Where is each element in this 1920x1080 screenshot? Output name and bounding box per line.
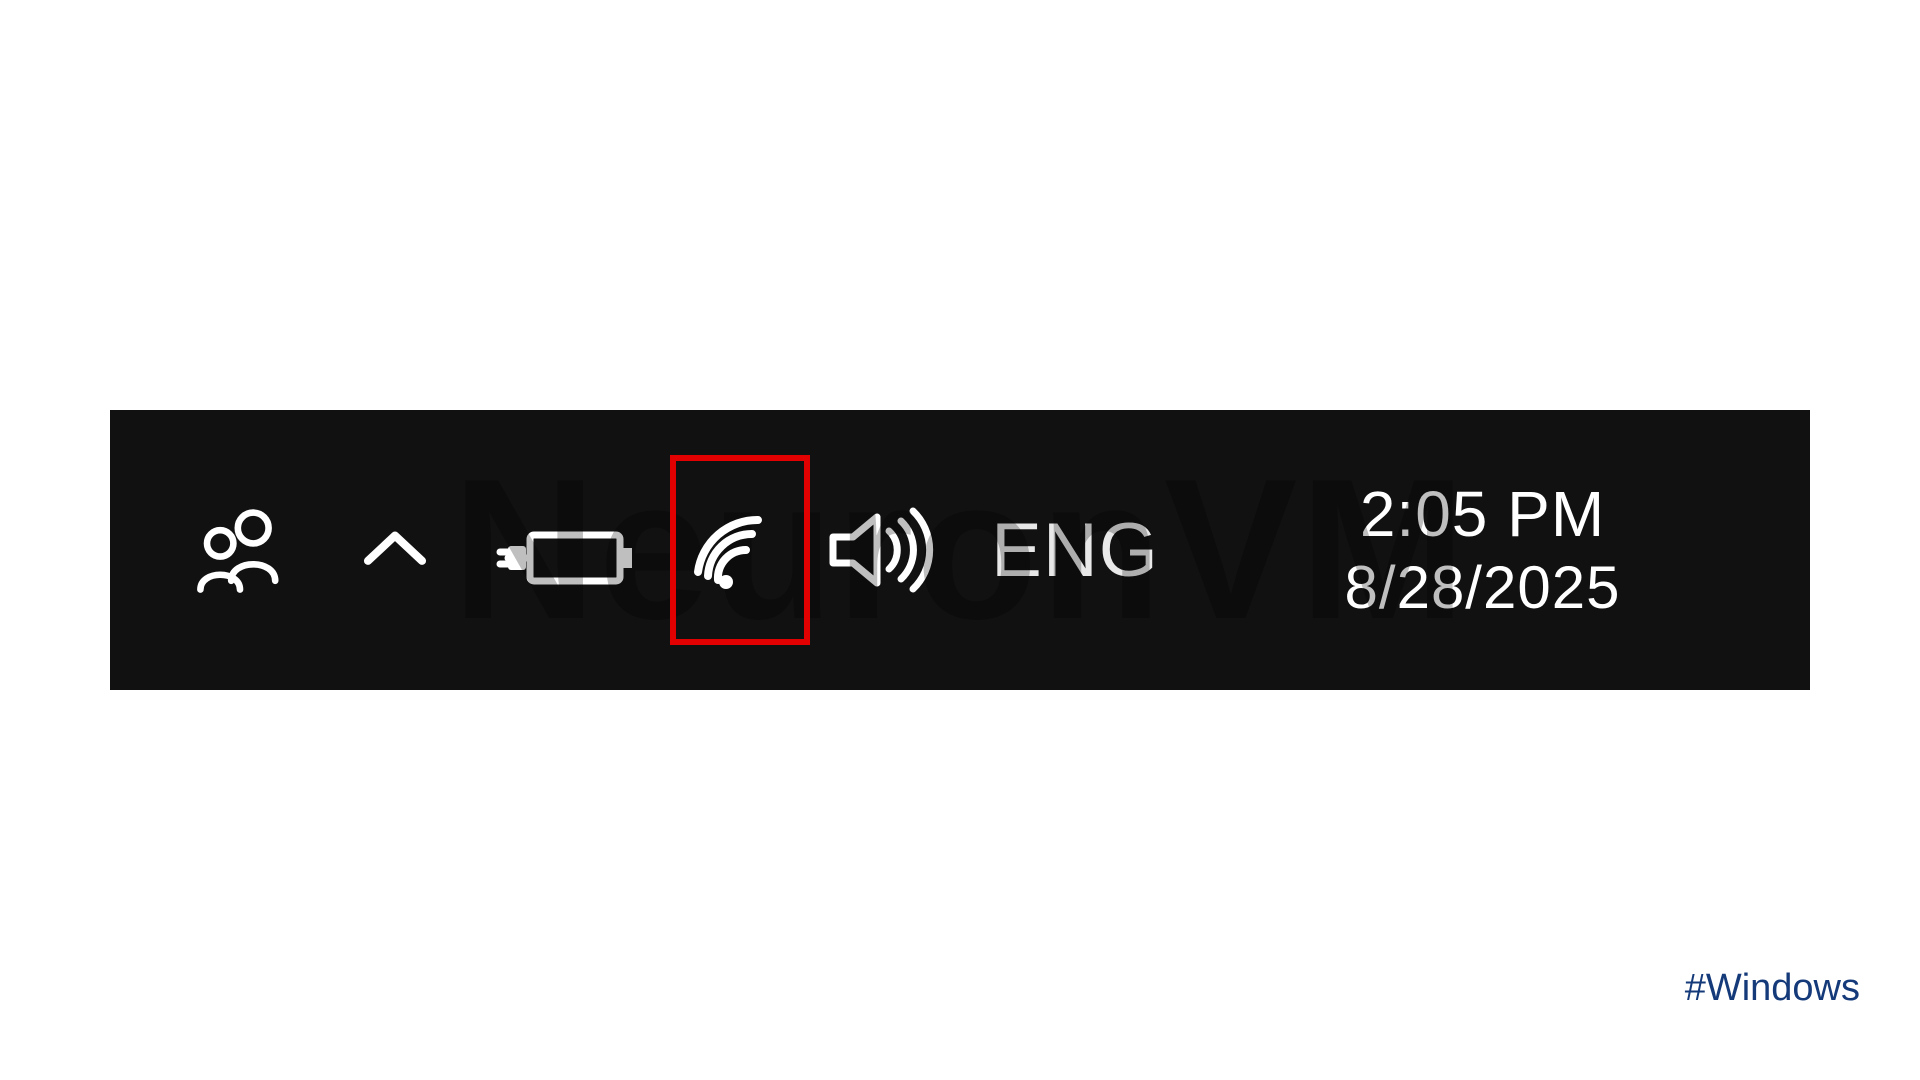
windows-taskbar-systray: NeuronVM — [110, 410, 1810, 690]
input-language-button[interactable]: ENG — [965, 410, 1185, 690]
hashtag-caption: #Windows — [1685, 967, 1860, 1010]
speaker-icon — [815, 495, 945, 605]
wifi-icon — [678, 500, 778, 600]
battery-button[interactable] — [470, 410, 660, 690]
show-hidden-icons-button[interactable] — [320, 410, 470, 690]
network-wifi-button[interactable] — [660, 410, 795, 690]
volume-button[interactable] — [795, 410, 965, 690]
battery-charging-icon — [490, 500, 640, 600]
canvas: NeuronVM — [0, 0, 1920, 1080]
people-icon — [185, 495, 295, 605]
clock-date: 8/28/2025 — [1345, 555, 1621, 621]
clock-button[interactable]: 2:05 PM 8/28/2025 — [1185, 410, 1780, 690]
language-indicator-text: ENG — [991, 507, 1159, 594]
chevron-up-icon — [350, 505, 440, 595]
people-button[interactable] — [160, 410, 320, 690]
clock-time: 2:05 PM — [1360, 479, 1605, 549]
